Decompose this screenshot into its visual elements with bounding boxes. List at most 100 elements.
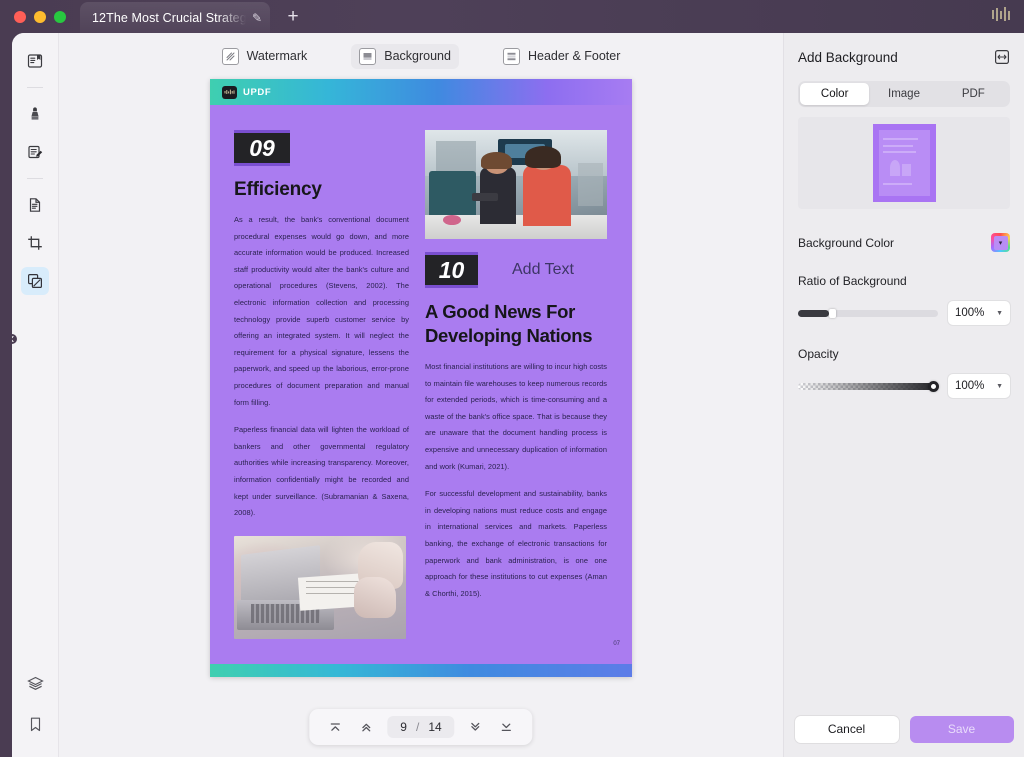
save-button[interactable]: Save [909, 715, 1014, 743]
chevron-down-icon: ▼ [996, 309, 1003, 317]
laptop-and-paperwork-photo [234, 535, 406, 639]
ratio-label: Ratio of Background [798, 274, 907, 288]
book-reader-icon [27, 54, 43, 68]
close-button[interactable] [14, 10, 26, 23]
tab-header-footer[interactable]: Header & Footer [495, 44, 628, 69]
sidebar-item-layers[interactable] [26, 675, 45, 699]
layers-icon [26, 676, 44, 690]
tab-background-label: Background [384, 49, 451, 63]
title-bar: 12The Most Crucial Strateg ✎ + [0, 0, 1024, 33]
edit-document-icon [28, 145, 43, 159]
opacity-group: Opacity 100% ▼ [798, 347, 1010, 398]
panel-header: Add Background [784, 33, 1024, 65]
ratio-slider[interactable] [798, 308, 938, 318]
page-left-column: 09 Efficiency As a result, the bank's co… [234, 130, 409, 639]
tab-watermark-label: Watermark [246, 49, 308, 63]
watermark-icon [221, 47, 239, 65]
sidebar-item-crop-page[interactable] [21, 229, 49, 257]
chevron-down-icon: ▼ [996, 382, 1003, 390]
pencil-icon[interactable]: ✎ [252, 11, 262, 25]
tab-watermark[interactable]: Watermark [214, 44, 316, 69]
page-paragraph: As a result, the bank's conventional doc… [234, 215, 409, 407]
sidebar-item-annotate-marker[interactable] [21, 100, 49, 128]
sidebar-item-edit-pdf[interactable] [21, 138, 49, 166]
rail-divider [27, 87, 43, 88]
add-text-placeholder[interactable]: Add Text [512, 261, 574, 279]
total-pages-value: 14 [428, 720, 442, 734]
background-color-swatch[interactable]: ▾ [991, 233, 1010, 252]
window-controls[interactable] [14, 10, 66, 23]
opacity-slider[interactable] [798, 380, 939, 392]
add-background-panel: Add Background Color Image PDF Backgroun… [783, 33, 1024, 757]
app-logo-icon [992, 7, 1010, 21]
sidebar-item-reader-view[interactable] [21, 47, 49, 75]
page-content: 09 Efficiency As a result, the bank's co… [210, 105, 632, 663]
rail-bottom-group [12, 675, 58, 739]
page-footer-bar [210, 664, 632, 677]
collapse-panel-icon[interactable] [994, 49, 1010, 65]
feature-toolbar: Watermark Background Header & Footer [59, 33, 783, 73]
sidebar-item-ocr-convert[interactable] [21, 191, 49, 219]
document-canvas[interactable]: UPDF 09 Efficiency As a result, the bank… [59, 73, 783, 757]
page-section-10-row: 10 Add Text [425, 252, 607, 288]
ratio-slider-fill [798, 309, 829, 317]
minimize-button[interactable] [34, 10, 46, 23]
panel-footer: Cancel Save [784, 701, 1024, 757]
maximize-button[interactable] [54, 10, 66, 23]
ratio-group: Ratio of Background 100% ▼ [798, 274, 1010, 325]
center-area: Watermark Background Header & Footer UPD… [59, 33, 783, 757]
page-paragraph: Paperless financial data will lighten th… [234, 425, 409, 518]
rail-divider [27, 178, 43, 179]
panel-drag-handle[interactable] [12, 333, 18, 345]
ratio-value: 100% [955, 307, 985, 319]
ratio-slider-knob[interactable] [828, 308, 836, 318]
tab-background[interactable]: Background [351, 43, 459, 69]
crop-icon [28, 236, 42, 250]
tab-title: 12The Most Crucial Strateg [92, 10, 246, 25]
page-folio-number: 07 [613, 641, 620, 647]
ratio-value-select[interactable]: 100% ▼ [948, 301, 1010, 325]
tab-pdf[interactable]: PDF [939, 83, 1008, 105]
background-preview-thumbnail [872, 124, 936, 202]
pages-stack-icon [27, 273, 43, 289]
opacity-value-select[interactable]: 100% ▼ [948, 374, 1010, 398]
plus-icon[interactable]: + [283, 7, 303, 28]
app-window: 12The Most Crucial Strateg ✎ + Watermark… [0, 0, 1024, 757]
next-page-icon[interactable] [462, 714, 490, 740]
page-navigation-bar[interactable]: 9 / 14 [309, 709, 533, 745]
sidebar-item-bookmarks[interactable] [26, 715, 45, 739]
last-page-icon[interactable] [493, 714, 521, 740]
page-number-input[interactable]: 9 / 14 [387, 716, 455, 738]
page-paragraph: Most financial institutions are willing … [425, 362, 607, 471]
previous-page-icon[interactable] [352, 714, 380, 740]
background-color-label: Background Color [798, 235, 895, 250]
main-shell: Watermark Background Header & Footer UPD… [12, 33, 1024, 757]
panel-title: Add Background [798, 49, 898, 65]
section-number-badge: 09 [234, 130, 290, 166]
tab-image[interactable]: Image [869, 83, 938, 105]
tab-header-footer-label: Header & Footer [527, 49, 621, 63]
preview-page-inner [878, 130, 930, 196]
page-heading-efficiency: Efficiency [234, 179, 322, 200]
sidebar-item-organize-pages[interactable] [21, 267, 49, 295]
current-page-value: 9 [400, 720, 407, 734]
opacity-slider-knob[interactable] [928, 380, 939, 392]
document-tab[interactable]: 12The Most Crucial Strateg ✎ [80, 2, 270, 33]
left-tool-rail [12, 33, 59, 757]
pdf-page[interactable]: UPDF 09 Efficiency As a result, the bank… [210, 79, 632, 677]
page-right-column: 10 Add Text A Good News For Developing N… [425, 130, 607, 602]
background-color-row: Background Color ▾ [798, 233, 1010, 252]
opacity-value: 100% [955, 380, 985, 392]
cancel-button[interactable]: Cancel [794, 715, 899, 743]
first-page-icon[interactable] [321, 714, 349, 740]
page-heading-good-news: A Good News For Developing Nations [425, 301, 593, 346]
background-preview [798, 117, 1010, 209]
two-women-at-desk-photo [425, 130, 607, 239]
section-number-badge: 10 [425, 252, 478, 288]
page-separator: / [415, 720, 420, 734]
background-source-tabs[interactable]: Color Image PDF [798, 81, 1010, 107]
updf-logo-icon [222, 85, 237, 99]
chevron-down-icon: ▾ [993, 235, 1008, 250]
background-icon [359, 47, 377, 65]
tab-color[interactable]: Color [800, 83, 870, 105]
